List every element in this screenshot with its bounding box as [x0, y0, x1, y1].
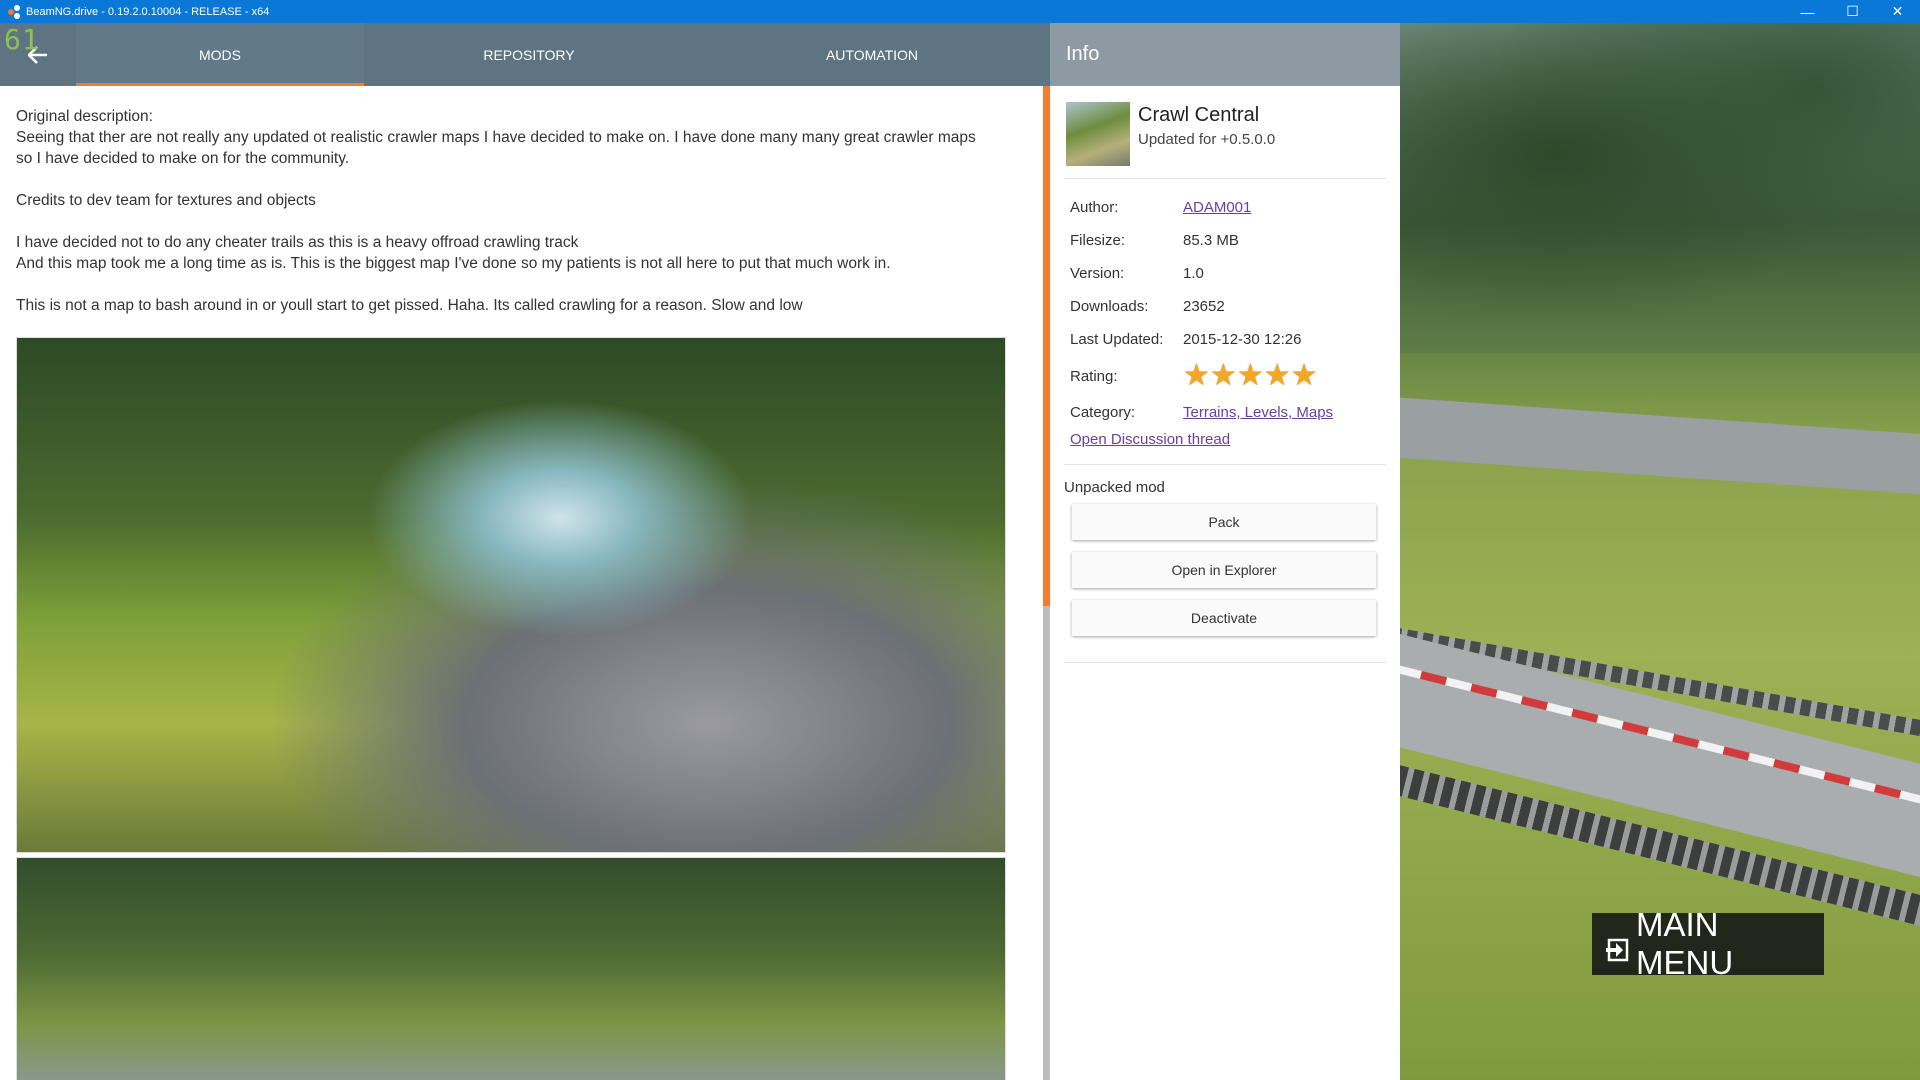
detail-label: Filesize: [1070, 232, 1126, 249]
detail-label: Last Updated: [1070, 331, 1164, 348]
mod-title: Crawl Central [1138, 104, 1260, 126]
main-menu-label: MAIN MENU [1636, 906, 1734, 981]
detail-label: Category: [1070, 404, 1136, 421]
detail-label: Downloads: [1070, 298, 1149, 315]
downloads-value: 23652 [1183, 298, 1225, 315]
detail-row-last-updated: Last Updated: 2015-12-30 12:26 [1070, 323, 1380, 356]
description-line: And this map took me a long time as is. … [16, 255, 891, 272]
pack-button[interactable]: Pack [1072, 504, 1376, 540]
description-scrollbar[interactable] [1043, 86, 1050, 1080]
author-link[interactable]: ADAM001 [1183, 199, 1251, 216]
tab-repository[interactable]: REPOSITORY [364, 23, 694, 86]
info-panel: Crawl Central Updated for +0.5.0.0 Autho… [1050, 86, 1400, 1080]
description-line: Seeing that ther are not really any upda… [16, 129, 976, 146]
fps-counter: 61 [4, 23, 40, 56]
detail-row-category: Category: Terrains, Levels, Maps [1070, 396, 1380, 429]
star-icon: ★ [1263, 358, 1291, 393]
filesize-value: 85.3 MB [1183, 232, 1239, 249]
description-paragraph: This is not a map to bash around in or y… [16, 295, 1028, 316]
detail-label: Rating: [1070, 367, 1118, 385]
discussion-thread-link[interactable]: Open Discussion thread [1070, 431, 1230, 448]
tab-automation[interactable]: AUTOMATION [694, 23, 1050, 86]
description-line: so I have decided to make on for the com… [16, 150, 350, 167]
description-line: Credits to dev team for textures and obj… [16, 192, 316, 209]
scrollbar-thumb[interactable] [1043, 86, 1050, 606]
close-button[interactable]: ✕ [1875, 0, 1920, 23]
version-value: 1.0 [1183, 265, 1204, 282]
star-icon: ★ [1290, 358, 1318, 393]
mods-app: 61 MODS REPOSITORY AUTOMATION Original d… [0, 23, 1400, 1080]
last-updated-value: 2015-12-30 12:26 [1183, 331, 1302, 348]
beamng-logo-icon [8, 4, 22, 19]
exit-to-app-icon [1606, 932, 1632, 962]
star-icon: ★ [1209, 358, 1237, 393]
minimize-button[interactable]: — [1785, 0, 1830, 23]
star-icon: ★ [1183, 358, 1210, 393]
scene-forest [1400, 23, 1920, 353]
tab-mods[interactable]: MODS [76, 23, 364, 86]
detail-row-rating: Rating: ★ ★ ★ ★ ★ [1070, 356, 1380, 396]
detail-row-filesize: Filesize: 85.3 MB [1070, 224, 1380, 257]
rating-stars: ★ ★ ★ ★ ★ [1183, 361, 1380, 391]
description-paragraph: Original description: Seeing that ther a… [16, 106, 1028, 169]
info-header: Info [1050, 23, 1400, 86]
top-nav-bar: MODS REPOSITORY AUTOMATION [0, 23, 1050, 86]
detail-label: Author: [1070, 199, 1119, 216]
mod-header: Crawl Central Updated for +0.5.0.0 [1064, 86, 1386, 179]
description-paragraph: Credits to dev team for textures and obj… [16, 190, 1028, 211]
detail-label: Version: [1070, 265, 1125, 282]
scene-road-near [1400, 629, 1920, 907]
main-menu-button[interactable]: MAIN MENU [1592, 906, 1824, 981]
detail-row-author: Author: ADAM001 [1070, 191, 1380, 224]
scene-road-far [1400, 396, 1920, 500]
star-icon: ★ [1236, 358, 1264, 393]
description-paragraph: I have decided not to do any cheater tra… [16, 232, 1028, 274]
mod-subtitle: Updated for +0.5.0.0 [1138, 131, 1276, 148]
mod-description-pane[interactable]: Original description: Seeing that ther a… [0, 86, 1044, 1080]
detail-row-version: Version: 1.0 [1070, 257, 1380, 290]
open-in-explorer-button[interactable]: Open in Explorer [1072, 552, 1376, 588]
description-line: This is not a map to bash around in or y… [16, 297, 803, 314]
unpacked-mod-section: Unpacked mod Pack Open in Explorer Deact… [1064, 465, 1386, 663]
deactivate-button[interactable]: Deactivate [1072, 600, 1376, 636]
description-line: I have decided not to do any cheater tra… [16, 234, 579, 251]
mod-thumbnail [1066, 102, 1130, 166]
window-title: BeamNG.drive - 0.19.2.0.10004 - RELEASE … [26, 5, 270, 18]
mod-details: Author: ADAM001 Filesize: 85.3 MB Versio… [1064, 179, 1386, 465]
maximize-button[interactable]: ☐ [1830, 0, 1875, 23]
window-titlebar: BeamNG.drive - 0.19.2.0.10004 - RELEASE … [0, 0, 1920, 23]
category-link[interactable]: Terrains, Levels, Maps [1183, 404, 1333, 421]
mod-screenshot-1 [16, 337, 1006, 853]
unpacked-mod-label: Unpacked mod [1064, 479, 1165, 496]
description-line: Original description: [16, 108, 153, 125]
detail-row-downloads: Downloads: 23652 [1070, 290, 1380, 323]
mod-description: Original description: Seeing that ther a… [16, 106, 1028, 316]
mod-screenshot-2 [16, 857, 1006, 1080]
